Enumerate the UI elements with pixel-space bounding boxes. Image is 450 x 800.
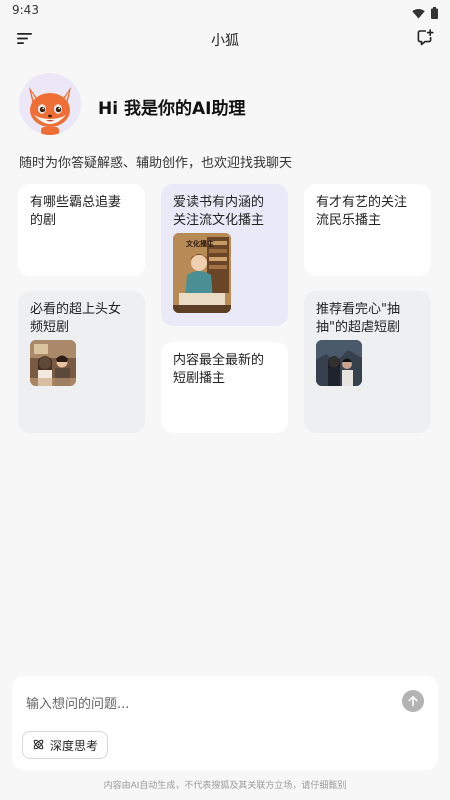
atom-icon xyxy=(32,736,45,755)
page-title: 小狐 xyxy=(211,33,239,49)
thumb-caption: 文化播主 xyxy=(186,240,214,248)
status-time: 9:43 xyxy=(12,3,39,17)
disclaimer-text: 内容由AI自动生成，不代表搜狐及其关联方立场，请仔细甄别 xyxy=(103,781,347,791)
greeting-subtitle: 随时为你答疑解惑、辅助创作，也欢迎找我聊天 xyxy=(19,156,293,171)
chat-input[interactable]: 输入想问的问题... xyxy=(26,693,129,712)
suggestion-text: 爱读书有内涵的关注流文化播主 xyxy=(173,195,265,228)
culture-thumbnail: 文化播主 xyxy=(173,233,231,313)
status-icons xyxy=(412,4,438,23)
arrow-up-icon xyxy=(407,692,419,711)
suggestion-text: 必看的超上头女频短剧 xyxy=(30,302,122,335)
send-button[interactable] xyxy=(402,690,424,712)
battery-icon xyxy=(431,4,438,23)
suggestion-card[interactable]: 内容最全最新的短剧播主 xyxy=(161,342,288,433)
suggestion-card[interactable]: 爱读书有内涵的关注流文化播主 文化播主 xyxy=(161,184,288,326)
app-header: 小狐 xyxy=(0,22,450,56)
wifi-icon xyxy=(412,4,425,23)
suggestion-text: 有才有艺的关注流民乐播主 xyxy=(316,195,408,228)
drama-thumbnail xyxy=(316,340,362,386)
deep-think-button[interactable]: 深度思考 xyxy=(22,731,109,759)
drama-thumbnail xyxy=(30,340,76,386)
fox-avatar xyxy=(19,73,81,135)
suggestion-text: 有哪些霸总追妻的剧 xyxy=(30,195,122,228)
chat-input-box: 输入想问的问题... 深度思考 xyxy=(12,676,438,770)
status-bar: 9:43 xyxy=(0,0,450,22)
greeting-title: Hi 我是你的AI助理 xyxy=(98,99,246,119)
new-chat-button[interactable] xyxy=(414,28,436,50)
suggestion-card[interactable]: 必看的超上头女频短剧 xyxy=(18,291,145,433)
suggestion-text: 内容最全最新的短剧播主 xyxy=(173,353,265,386)
deep-think-label: 深度思考 xyxy=(50,738,99,753)
suggestion-card[interactable]: 推荐看完心"抽抽"的超虐短剧 xyxy=(304,291,431,433)
suggestion-text: 推荐看完心"抽抽"的超虐短剧 xyxy=(316,302,400,335)
suggestion-card[interactable]: 有哪些霸总追妻的剧 xyxy=(18,184,145,276)
new-chat-icon xyxy=(417,28,434,50)
suggestion-card[interactable]: 有才有艺的关注流民乐播主 xyxy=(304,184,431,276)
